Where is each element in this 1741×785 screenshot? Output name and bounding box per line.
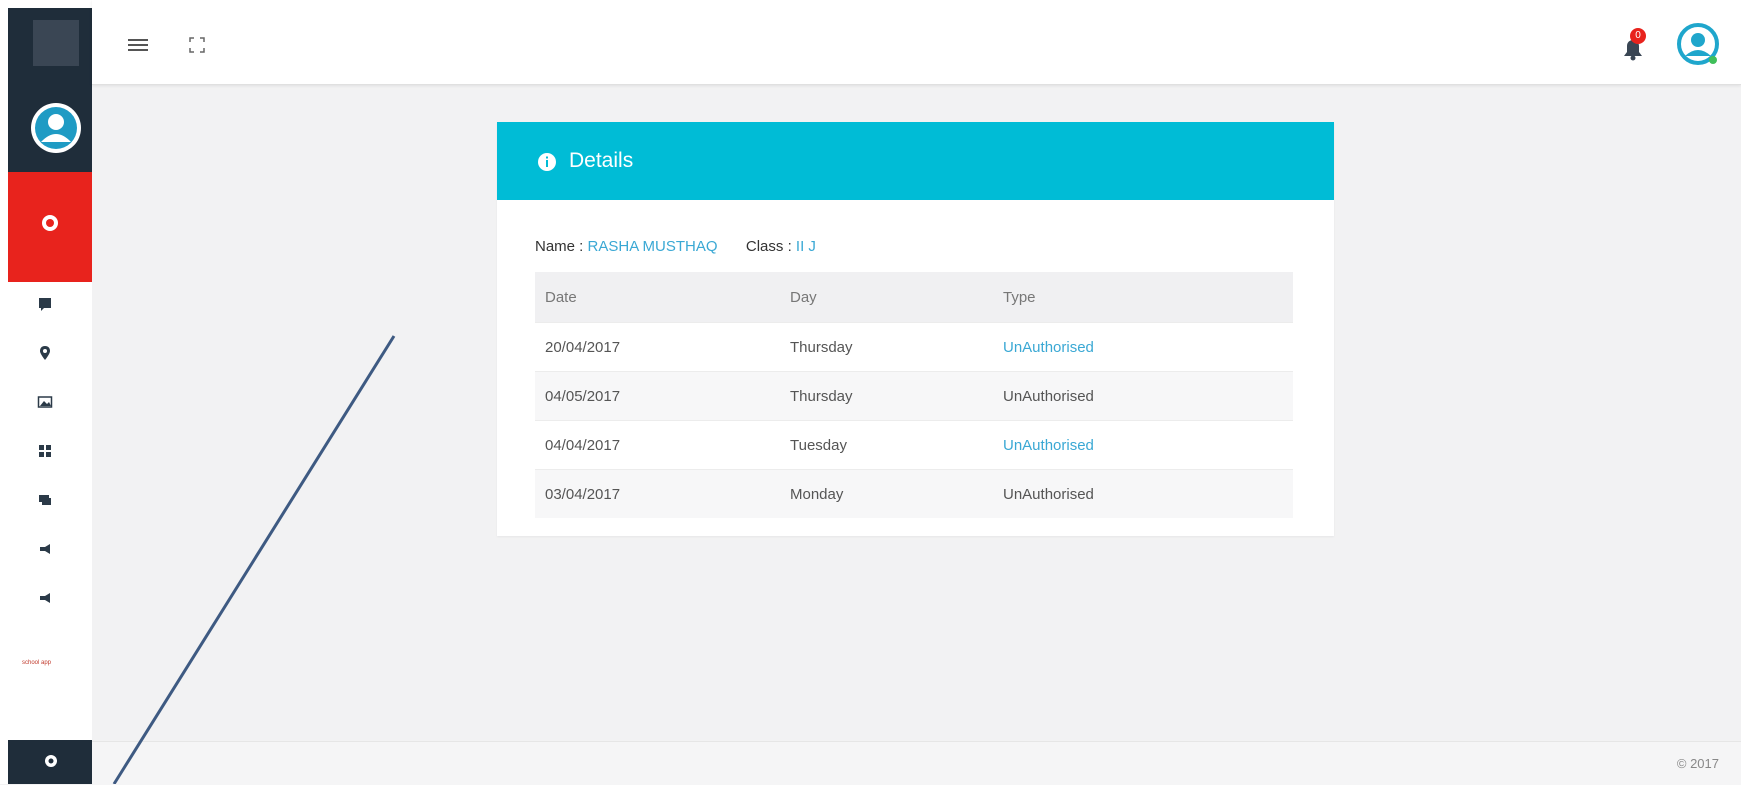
- cell-type: UnAuthorised: [1003, 469, 1293, 518]
- cell-day: Tuesday: [790, 420, 1003, 470]
- note-icon: [39, 298, 51, 311]
- fullscreen-icon[interactable]: [188, 36, 206, 54]
- image-icon: [37, 396, 53, 408]
- location-pin-icon: [40, 346, 50, 360]
- app-logo[interactable]: [33, 20, 79, 66]
- column-header-type: Type: [1003, 272, 1293, 323]
- settings-button[interactable]: [8, 740, 92, 784]
- cell-day: Thursday: [790, 371, 1003, 421]
- cell-type: UnAuthorised: [1003, 420, 1293, 470]
- cell-date: 04/04/2017: [535, 420, 790, 470]
- cell-date: 20/04/2017: [535, 322, 790, 372]
- table-row: 04/04/2017 Tuesday UnAuthorised: [535, 420, 1293, 470]
- sidebar-item-announcements-2[interactable]: [34, 587, 56, 609]
- sidebar-item-notes[interactable]: [34, 293, 56, 315]
- sidebar-item-gallery[interactable]: [34, 391, 56, 413]
- cell-date: 03/04/2017: [535, 469, 790, 518]
- table-row: 20/04/2017 Thursday UnAuthorised: [535, 322, 1293, 372]
- dashboard-icon: [42, 215, 58, 231]
- footer: © 2017: [92, 741, 1741, 785]
- student-name: RASHA MUSTHAQ: [587, 238, 718, 255]
- card-title: Details: [569, 149, 634, 172]
- name-label: Name :: [535, 238, 588, 255]
- notifications-button[interactable]: 0: [1620, 28, 1654, 64]
- student-meta: Name : RASHA MUSTHAQ Class : II J: [535, 238, 816, 255]
- table-header-row: Date Day Type: [535, 272, 1293, 323]
- user-avatar-icon[interactable]: [28, 100, 84, 156]
- sidebar-item-apps[interactable]: [34, 440, 56, 462]
- sidebar-item-messages[interactable]: [34, 489, 56, 511]
- card-header: Details: [497, 122, 1334, 200]
- brand-text: school app: [22, 660, 52, 666]
- table-row: 04/05/2017 Thursday UnAuthorised: [535, 371, 1293, 421]
- column-header-day: Day: [790, 272, 1003, 323]
- copyright-text: © 2017: [1676, 756, 1719, 771]
- cell-type: UnAuthorised: [1003, 371, 1293, 421]
- grid-icon: [39, 445, 51, 457]
- sidebar: school app: [0, 0, 92, 784]
- top-bar: 0: [92, 0, 1741, 85]
- user-menu-icon[interactable]: [1676, 22, 1720, 68]
- chat-icon: [39, 495, 51, 505]
- megaphone-icon: [40, 593, 50, 603]
- notification-badge: 0: [1630, 28, 1646, 44]
- cell-date: 04/05/2017: [535, 371, 790, 421]
- class-label: Class :: [745, 238, 796, 255]
- info-icon: [538, 153, 556, 171]
- absence-table: Date Day Type 20/04/2017 Thursday UnAuth…: [535, 272, 1293, 518]
- megaphone-icon: [40, 544, 50, 554]
- sidebar-header: [8, 8, 92, 172]
- gear-icon: [45, 755, 57, 767]
- sidebar-item-announcements-1[interactable]: [34, 538, 56, 560]
- table-row: 03/04/2017 Monday UnAuthorised: [535, 469, 1293, 518]
- student-class: II J: [795, 238, 816, 255]
- cell-day: Thursday: [790, 322, 1003, 372]
- details-card: Details Name : RASHA MUSTHAQ Class : II …: [497, 122, 1334, 536]
- sidebar-item-dashboard[interactable]: [8, 172, 92, 282]
- sidebar-item-location[interactable]: [34, 342, 56, 364]
- cell-type: UnAuthorised: [1003, 322, 1293, 372]
- cell-day: Monday: [790, 469, 1003, 518]
- column-header-date: Date: [535, 272, 790, 323]
- menu-icon[interactable]: [126, 36, 150, 54]
